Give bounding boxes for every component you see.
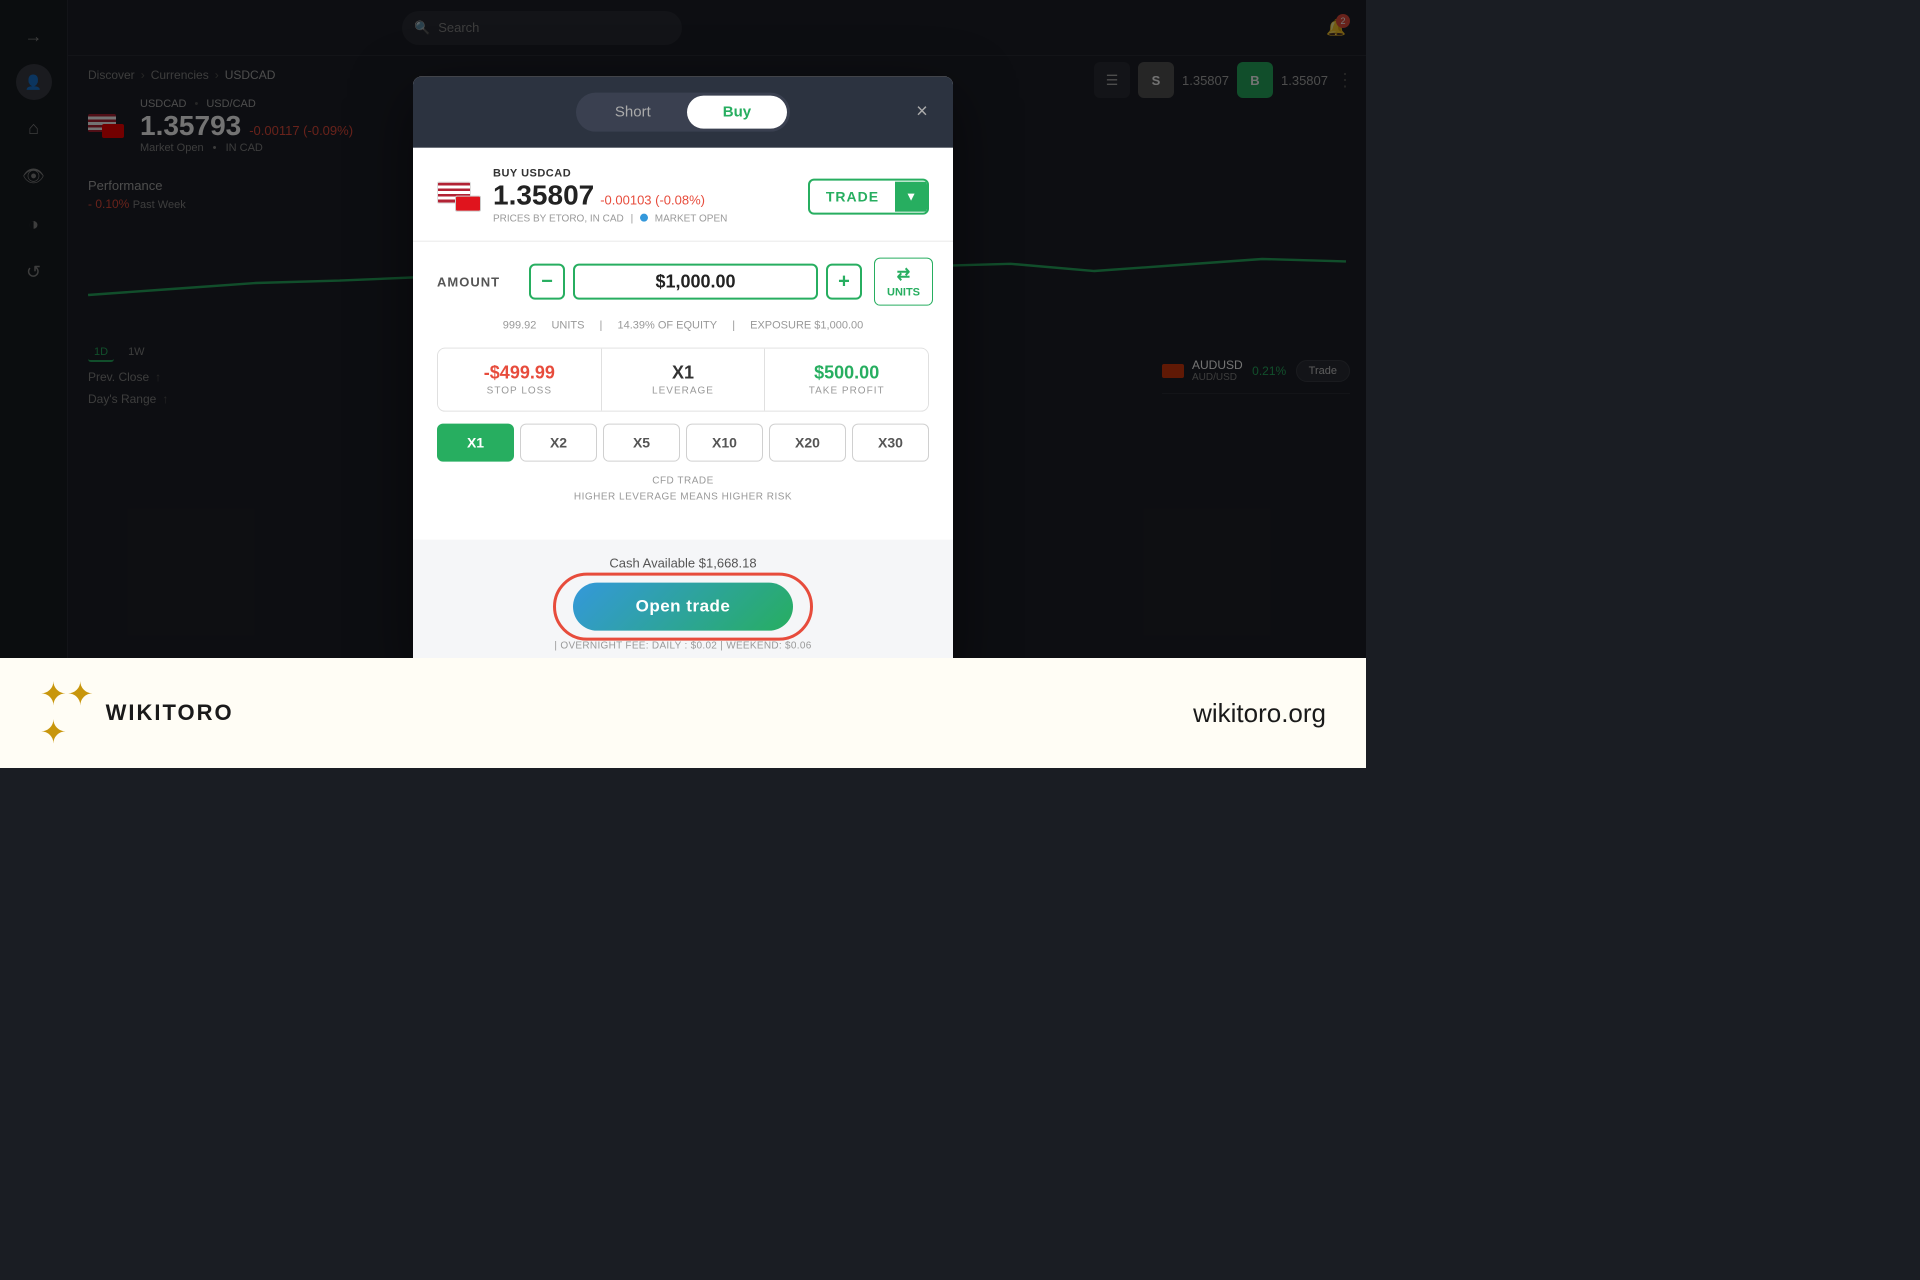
modal-body: BUY USDCAD 1.35807 -0.00103 (-0.08%) PRI… — [413, 148, 953, 540]
units-icon: ⇄ — [897, 265, 910, 285]
modal-asset-info: BUY USDCAD 1.35807 -0.00103 (-0.08%) PRI… — [493, 168, 727, 225]
wikitoro-logo: ✦✦✦ WIKITORO — [40, 675, 234, 751]
leverage-label: LEVERAGE — [614, 386, 753, 397]
trade-modal: Short Buy × BUY USDCAD 1.35807 -0.00103 … — [413, 77, 953, 668]
units-count: 999.92 — [503, 320, 537, 332]
modal-divider — [413, 241, 953, 242]
amount-decrease-button[interactable]: − — [529, 264, 565, 300]
units-suffix: UNITS — [551, 320, 584, 332]
stop-loss-cell[interactable]: -$499.99 STOP LOSS — [438, 349, 602, 411]
market-open-dot — [640, 214, 648, 222]
modal-asset-row: BUY USDCAD 1.35807 -0.00103 (-0.08%) PRI… — [437, 168, 929, 225]
modal-price-big: 1.35807 — [493, 180, 594, 212]
open-trade-button[interactable]: Open trade — [573, 583, 793, 631]
cfd-line2: HIGHER LEVERAGE MEANS HIGHER RISK — [437, 490, 929, 506]
modal-header: Short Buy × — [413, 77, 953, 148]
amount-controls: − + — [529, 264, 862, 300]
trade-dropdown[interactable]: TRADE ▼ — [808, 178, 929, 214]
cash-available: Cash Available $1,668.18 — [437, 556, 929, 571]
units-button[interactable]: ⇄ UNITS — [874, 258, 933, 306]
exposure: EXPOSURE $1,000.00 — [750, 320, 863, 332]
modal-footer: Cash Available $1,668.18 Open trade | OV… — [413, 540, 953, 668]
open-trade-wrap: Open trade — [437, 583, 929, 631]
amount-stats: 999.92 UNITS | 14.39% OF EQUITY | EXPOSU… — [437, 316, 929, 336]
modal-price-change: -0.00103 (-0.08%) — [600, 193, 705, 208]
take-profit-label: TAKE PROFIT — [777, 386, 916, 397]
stop-loss-label: STOP LOSS — [450, 386, 589, 397]
leverage-cell[interactable]: X1 LEVERAGE — [602, 349, 766, 411]
leverage-value: X1 — [614, 363, 753, 384]
sltp-row: -$499.99 STOP LOSS X1 LEVERAGE $500.00 T… — [437, 348, 929, 412]
tab-short-button[interactable]: Short — [579, 96, 687, 129]
modal-flag-ca — [455, 195, 481, 211]
equity-pct: 14.39% OF EQUITY — [617, 320, 717, 332]
stop-loss-value: -$499.99 — [450, 363, 589, 384]
leverage-x20-button[interactable]: X20 — [769, 424, 846, 462]
leverage-row: X1 X2 X5 X10 X20 X30 — [437, 424, 929, 462]
cfd-line1: CFD TRADE — [437, 474, 929, 490]
modal-tab-container: Short Buy — [576, 93, 790, 132]
amount-label: AMOUNT — [437, 274, 517, 289]
leverage-x10-button[interactable]: X10 — [686, 424, 763, 462]
leverage-x30-button[interactable]: X30 — [852, 424, 929, 462]
leverage-x2-button[interactable]: X2 — [520, 424, 597, 462]
trade-dropdown-label: TRADE — [810, 180, 895, 212]
wikitoro-url: wikitoro.org — [1193, 698, 1326, 729]
leverage-x5-button[interactable]: X5 — [603, 424, 680, 462]
modal-buy-label: BUY USDCAD — [493, 168, 727, 180]
modal-asset-left: BUY USDCAD 1.35807 -0.00103 (-0.08%) PRI… — [437, 168, 727, 225]
take-profit-value: $500.00 — [777, 363, 916, 384]
wikitoro-icon: ✦✦✦ — [40, 675, 94, 751]
amount-increase-button[interactable]: + — [826, 264, 862, 300]
wikitoro-footer: ✦✦✦ WIKITORO wikitoro.org — [0, 658, 1366, 768]
modal-flag — [437, 181, 481, 211]
take-profit-cell[interactable]: $500.00 TAKE PROFIT — [765, 349, 928, 411]
wikitoro-name: WIKITORO — [106, 700, 234, 726]
overnight-fee: | OVERNIGHT FEE: DAILY : $0.02 | WEEKEND… — [437, 641, 929, 652]
tab-buy-button[interactable]: Buy — [687, 96, 787, 129]
modal-price-meta: PRICES BY ETORO, IN CAD | MARKET OPEN — [493, 214, 727, 225]
trade-dropdown-arrow-icon: ▼ — [895, 181, 927, 211]
cfd-notice: CFD TRADE HIGHER LEVERAGE MEANS HIGHER R… — [437, 474, 929, 506]
leverage-x1-button[interactable]: X1 — [437, 424, 514, 462]
modal-close-button[interactable]: × — [907, 97, 937, 127]
amount-input[interactable] — [573, 264, 818, 300]
units-label: UNITS — [887, 287, 920, 299]
amount-row: AMOUNT − + ⇄ UNITS — [437, 258, 929, 306]
